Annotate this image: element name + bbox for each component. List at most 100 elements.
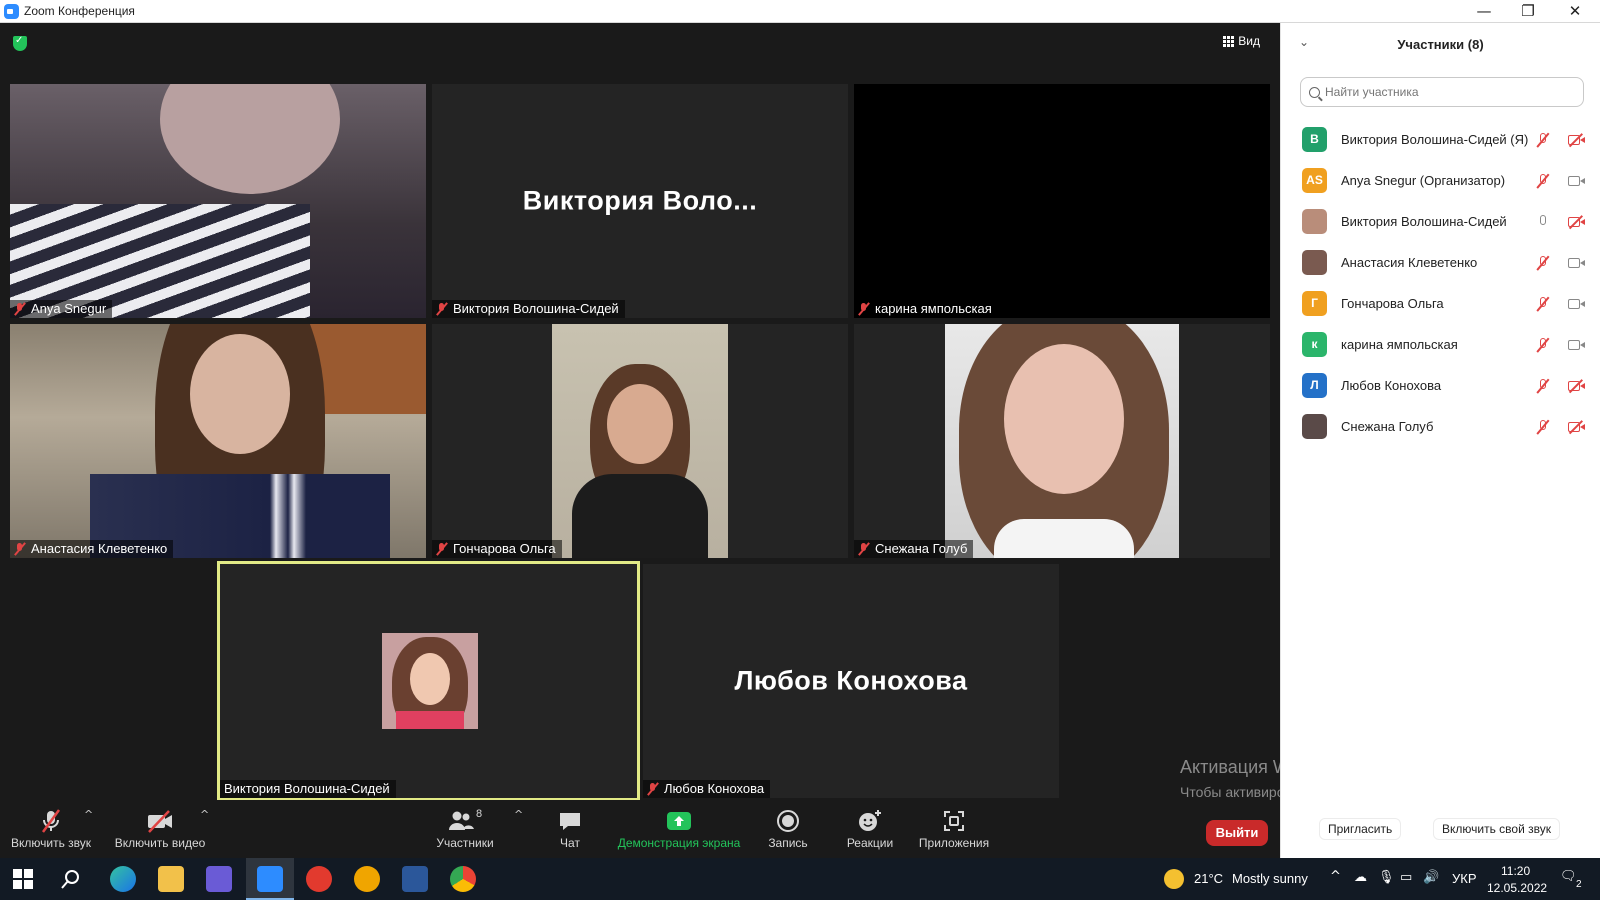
microphone-tray-icon[interactable]: 🎙 xyxy=(1378,870,1395,885)
video-tile-lyubov[interactable]: Любов Конохова Любов Конохова xyxy=(643,564,1059,798)
video-off-icon[interactable] xyxy=(1568,215,1586,229)
participant-row[interactable]: к карина ямпольская xyxy=(1281,324,1600,365)
search-icon[interactable] xyxy=(60,868,82,890)
window-title-bar: Zoom Конференция — ❐ ✕ xyxy=(0,0,1600,23)
video-icon[interactable] xyxy=(1568,174,1586,188)
notification-count: 2 xyxy=(1576,879,1582,890)
encryption-shield-icon[interactable] xyxy=(13,35,27,51)
mic-muted-icon xyxy=(858,302,870,316)
mic-muted-icon[interactable] xyxy=(1536,337,1550,353)
unmute-button[interactable]: Включить звук xyxy=(8,808,94,850)
participant-row[interactable]: Виктория Волошина-Сидей xyxy=(1281,201,1600,242)
participant-avatar xyxy=(1302,250,1327,275)
zoom-taskbar-icon[interactable] xyxy=(257,866,283,892)
participants-button[interactable]: 8 Участники xyxy=(432,808,498,850)
word-icon[interactable] xyxy=(402,866,428,892)
participant-row[interactable]: Анастасия Клеветенко xyxy=(1281,242,1600,283)
participant-avatar: Л xyxy=(1302,373,1327,398)
mic-muted-icon xyxy=(14,302,26,316)
weather-sun-icon[interactable] xyxy=(1164,869,1184,889)
participant-search[interactable] xyxy=(1300,77,1584,107)
weather-temp[interactable]: 21°C xyxy=(1194,871,1223,886)
unmute-me-button[interactable]: Включить свой звук xyxy=(1433,818,1560,840)
video-off-icon[interactable] xyxy=(1568,379,1586,393)
invite-button[interactable]: Пригласить xyxy=(1319,818,1402,840)
search-icon xyxy=(1309,86,1320,98)
mic-muted-icon xyxy=(8,808,94,834)
video-tile-snezhana[interactable]: Снежана Голуб xyxy=(854,324,1270,558)
tray-chevron-icon[interactable]: ^ xyxy=(1330,869,1341,884)
mic-muted-icon[interactable] xyxy=(1536,255,1550,271)
video-options-caret[interactable]: ^ xyxy=(200,808,209,821)
weather-text[interactable]: Mostly sunny xyxy=(1232,871,1308,886)
participant-row[interactable]: В Виктория Волошина-Сидей (Я) xyxy=(1281,119,1600,160)
visual-studio-icon[interactable] xyxy=(206,866,232,892)
participant-search-input[interactable] xyxy=(1325,85,1565,99)
window-title: Zoom Конференция xyxy=(24,4,135,18)
battery-icon[interactable]: ▭ xyxy=(1400,870,1412,885)
notification-center-icon[interactable]: 🗨 xyxy=(1560,869,1577,884)
video-off-icon[interactable] xyxy=(1568,133,1586,147)
tile-name-bar: Гончарова Ольга xyxy=(432,540,562,558)
video-tile-anya-snegur[interactable]: Anya Snegur xyxy=(10,84,426,318)
leave-button[interactable]: Выйти xyxy=(1206,820,1268,846)
audio-options-caret[interactable]: ^ xyxy=(84,808,93,821)
participants-panel: ⌄ Участники (8) ВВиктория Волошина-Сидей… xyxy=(1280,23,1600,858)
start-video-label: Включить видео xyxy=(114,836,206,850)
video-shirt xyxy=(994,519,1134,558)
video-icon[interactable] xyxy=(1568,338,1586,352)
share-screen-label: Демонстрация экрана xyxy=(617,836,741,850)
clock-time[interactable]: 11:20 xyxy=(1501,864,1530,878)
mic-muted-icon[interactable] xyxy=(1536,173,1550,189)
participant-name: Гончарова Ольга xyxy=(1341,296,1444,311)
opera-icon[interactable] xyxy=(306,866,332,892)
video-tile-viktoria[interactable]: Виктория Воло... Виктория Волошина-Сидей xyxy=(432,84,848,318)
participants-options-caret[interactable]: ^ xyxy=(514,808,523,821)
start-video-button[interactable]: Включить видео xyxy=(112,808,208,850)
share-screen-button[interactable]: Демонстрация экрана xyxy=(616,808,742,850)
reactions-icon xyxy=(842,808,898,834)
video-off-icon[interactable] xyxy=(1568,420,1586,434)
app-triangle-icon[interactable] xyxy=(354,866,380,892)
participant-name: Любов Конохова xyxy=(1341,378,1442,393)
network-icon[interactable]: ☁ xyxy=(1354,870,1367,885)
video-tile-karina[interactable]: карина ямпольская xyxy=(854,84,1270,318)
participant-row[interactable]: Снежана Голуб xyxy=(1281,406,1600,447)
mic-icon[interactable] xyxy=(1536,214,1550,230)
video-tile-anastasia[interactable]: Анастасия Клеветенко xyxy=(10,324,426,558)
tile-name: Виктория Волошина-Сидей xyxy=(224,781,390,796)
view-button[interactable]: Вид xyxy=(1223,34,1260,48)
volume-icon[interactable]: 🔊 xyxy=(1423,870,1439,885)
participant-row[interactable]: Л Любов Конохова xyxy=(1281,365,1600,406)
mic-muted-icon[interactable] xyxy=(1536,132,1550,148)
video-icon[interactable] xyxy=(1568,297,1586,311)
video-tile-active-speaker[interactable]: Виктория Волошина-Сидей xyxy=(217,561,640,801)
edge-browser-icon[interactable] xyxy=(110,866,136,892)
mic-muted-icon[interactable] xyxy=(1536,378,1550,394)
participant-row[interactable]: Г Гончарова Ольга xyxy=(1281,283,1600,324)
chat-button[interactable]: Чат xyxy=(548,808,592,850)
language-indicator[interactable]: УКР xyxy=(1452,871,1477,886)
video-shirt xyxy=(572,474,708,558)
clock-date[interactable]: 12.05.2022 xyxy=(1487,881,1547,895)
record-button[interactable]: Запись xyxy=(764,808,812,850)
video-icon[interactable] xyxy=(1568,256,1586,270)
file-explorer-icon[interactable] xyxy=(158,866,184,892)
participants-count: 8 xyxy=(475,808,483,820)
chrome-icon[interactable] xyxy=(450,866,476,892)
profile-photo xyxy=(382,633,478,729)
video-tile-goncharova[interactable]: Гончарова Ольга xyxy=(432,324,848,558)
minimize-button[interactable]: — xyxy=(1462,0,1506,23)
close-button[interactable]: ✕ xyxy=(1553,0,1597,23)
participant-row[interactable]: AS Anya Snegur (Организатор) xyxy=(1281,160,1600,201)
participant-avatar xyxy=(1302,209,1327,234)
reactions-button[interactable]: Реакции xyxy=(842,808,898,850)
participants-icon: 8 xyxy=(432,808,498,834)
mic-muted-icon[interactable] xyxy=(1536,296,1550,312)
windows-start-icon[interactable] xyxy=(12,868,34,890)
apps-button[interactable]: Приложения xyxy=(916,808,992,850)
tile-name-bar: Любов Конохова xyxy=(643,780,771,798)
restore-button[interactable]: ❐ xyxy=(1506,0,1550,23)
participants-label: Участники xyxy=(436,836,494,850)
mic-muted-icon[interactable] xyxy=(1536,419,1550,435)
